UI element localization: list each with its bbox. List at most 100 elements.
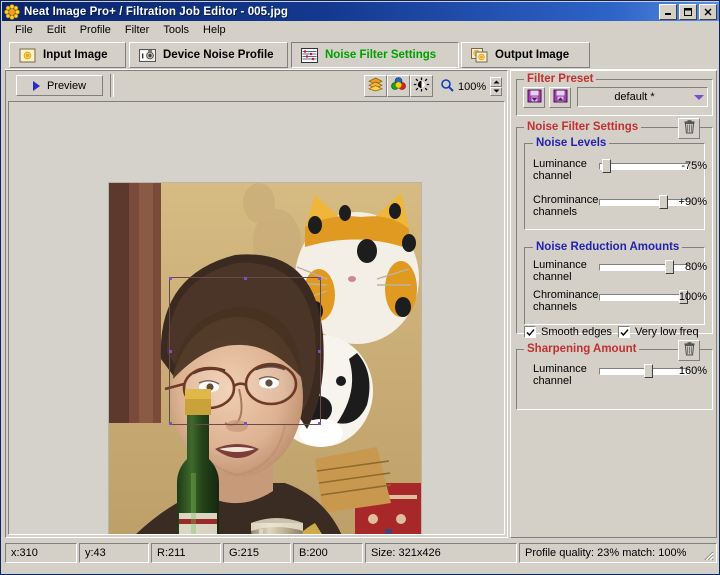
contrast-icon: [413, 77, 430, 95]
selection-rectangle[interactable]: [169, 277, 321, 425]
very-low-freq-checkbox[interactable]: Very low freq: [618, 326, 699, 338]
noise-levels-title: Noise Levels: [533, 137, 610, 149]
noise-level-luminance-label: Luminance channel: [533, 158, 587, 182]
image-pane: Preview 100%: [5, 70, 508, 538]
tab-input-image[interactable]: Input Image: [9, 42, 126, 68]
image-canvas[interactable]: [8, 101, 505, 535]
tab-device-noise-profile[interactable]: I Device Noise Profile: [129, 42, 288, 68]
tab-label: Input Image: [43, 49, 108, 61]
close-button[interactable]: [699, 3, 717, 20]
image-icon: [19, 48, 36, 63]
checkbox-box[interactable]: [524, 326, 536, 338]
save-preset-button[interactable]: [549, 87, 571, 108]
save-preset-icon: [553, 89, 568, 106]
filter-settings-icon: [301, 47, 318, 63]
layers-icon: [367, 77, 384, 95]
slider-thumb[interactable]: [602, 159, 611, 173]
noise-reduction-title: Noise Reduction Amounts: [533, 241, 683, 253]
svg-text:I: I: [141, 52, 144, 60]
status-green: G:215: [223, 543, 291, 563]
trash-icon: [683, 120, 696, 137]
title-bar: Neat Image Pro+ / Filtration Job Editor …: [2, 2, 719, 21]
preset-combobox[interactable]: default *: [577, 87, 708, 107]
tab-label: Noise Filter Settings: [325, 49, 437, 61]
noise-filter-settings-title: Noise Filter Settings: [524, 121, 642, 133]
sun-flower-icon: [4, 3, 20, 20]
tab-noise-filter-settings[interactable]: Noise Filter Settings: [291, 42, 459, 68]
preview-button[interactable]: Preview: [16, 75, 103, 96]
layers-button[interactable]: [364, 75, 387, 97]
open-preset-button[interactable]: [523, 87, 545, 108]
status-profile-quality: Profile quality: 23% match: 100%: [519, 543, 717, 563]
menu-help[interactable]: Help: [196, 22, 233, 38]
output-image-icon: [471, 47, 488, 63]
filter-preset-title: Filter Preset: [524, 73, 597, 85]
menu-edit[interactable]: Edit: [40, 22, 73, 38]
status-red: R:211: [151, 543, 221, 563]
selection-handle[interactable]: [244, 277, 247, 280]
very-low-freq-label: Very low freq: [635, 326, 699, 338]
selection-handle[interactable]: [169, 277, 172, 280]
noise-reduction-luminance-label: Luminance channel: [533, 259, 587, 283]
trash-icon: [683, 342, 696, 359]
resize-grip-icon[interactable]: [701, 548, 715, 562]
selection-handle[interactable]: [169, 350, 172, 353]
selection-handle[interactable]: [244, 422, 247, 425]
application-window: Neat Image Pro+ / Filtration Job Editor …: [0, 0, 720, 575]
noise-reduction-luminance-value: 80%: [684, 261, 707, 273]
contrast-button[interactable]: [410, 75, 433, 97]
preview-label: Preview: [46, 79, 87, 92]
zoom-spinner[interactable]: [490, 77, 503, 96]
tab-output-image[interactable]: Output Image: [461, 42, 590, 68]
smooth-edges-checkbox[interactable]: Smooth edges: [524, 326, 612, 338]
menu-bar: File Edit Profile Filter Tools Help: [2, 21, 719, 39]
settings-pane: Filter Preset default * Noise Filter Set…: [510, 70, 717, 538]
selection-handle[interactable]: [169, 422, 172, 425]
preset-selected-value: default *: [614, 91, 655, 103]
status-y: y:43: [79, 543, 149, 563]
zoom-value: 100%: [458, 80, 487, 93]
toolbar-separator: [110, 74, 114, 97]
camera-profile-icon: I: [139, 48, 156, 63]
status-size: Size: 321x426: [365, 543, 517, 563]
smooth-edges-label: Smooth edges: [541, 326, 612, 338]
client-area: Input Image I Device Noise Profile Noise…: [2, 39, 719, 573]
chevron-down-icon[interactable]: [691, 88, 707, 106]
play-triangle-icon: [32, 80, 40, 91]
status-bar: x:310 y:43 R:211 G:215 B:200 Size: 321x4…: [5, 543, 717, 563]
noise-level-luminance-value: -75%: [681, 160, 707, 172]
status-x: x:310: [5, 543, 77, 563]
menu-filter[interactable]: Filter: [118, 22, 156, 38]
menu-profile[interactable]: Profile: [73, 22, 118, 38]
image-toolbar: Preview 100%: [6, 71, 507, 101]
selection-handle[interactable]: [318, 277, 321, 280]
selection-handle[interactable]: [318, 350, 321, 353]
spin-up-icon[interactable]: [490, 77, 503, 87]
menu-tools[interactable]: Tools: [156, 22, 196, 38]
sharpening-luminance-value: 160%: [678, 365, 707, 377]
minimize-button[interactable]: [659, 3, 677, 20]
tab-label: Output Image: [495, 49, 570, 61]
menu-file[interactable]: File: [8, 22, 40, 38]
tab-label: Device Noise Profile: [163, 49, 274, 61]
spin-down-icon[interactable]: [490, 86, 503, 96]
noise-reduction-chrominance-label: Chrominance channels: [533, 289, 599, 313]
window-title: Neat Image Pro+ / Filtration Job Editor …: [24, 5, 289, 18]
reset-noise-filter-button[interactable]: [678, 118, 700, 139]
zoom-control: 100%: [440, 77, 503, 96]
color-palette-button[interactable]: [387, 75, 410, 97]
color-palette-icon: [390, 77, 407, 95]
magnifier-icon[interactable]: [440, 78, 454, 95]
noise-reduction-chrominance-value: 100%: [678, 291, 707, 303]
status-blue: B:200: [293, 543, 363, 563]
maximize-button[interactable]: [679, 3, 697, 20]
selection-handle[interactable]: [318, 422, 321, 425]
checkbox-box[interactable]: [618, 326, 630, 338]
slider-thumb[interactable]: [644, 364, 653, 378]
open-preset-icon: [527, 89, 542, 106]
sharpening-luminance-label: Luminance channel: [533, 363, 587, 387]
reset-sharpening-button[interactable]: [678, 340, 700, 361]
noise-level-chrominance-label: Chrominance channels: [533, 194, 599, 218]
slider-thumb[interactable]: [659, 195, 668, 209]
sharpening-amount-title: Sharpening Amount: [524, 343, 640, 355]
